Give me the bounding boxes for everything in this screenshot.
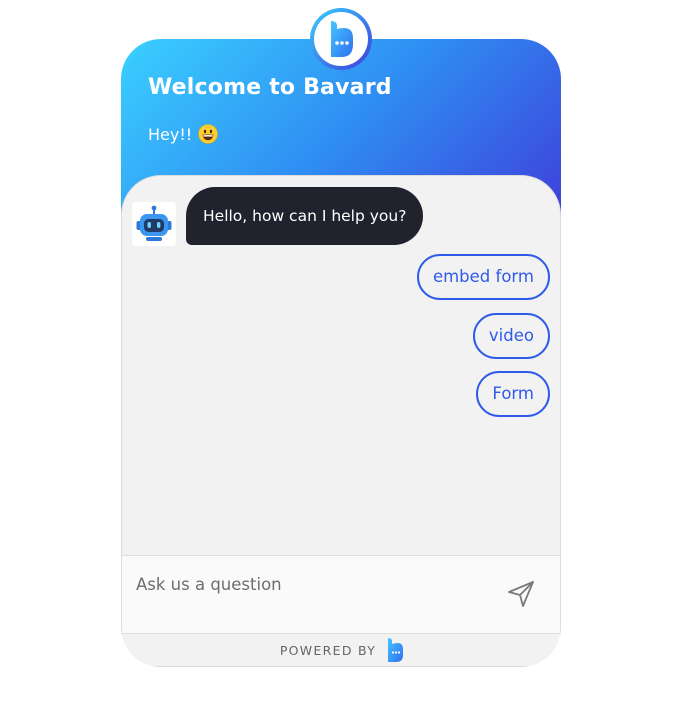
header-title: Welcome to Bavard bbox=[148, 75, 392, 100]
chat-widget: Welcome to Bavard Hey!! Hello, how can I… bbox=[121, 39, 561, 667]
quick-reply-video[interactable]: video bbox=[472, 313, 550, 359]
bot-avatar bbox=[132, 202, 176, 246]
header-subtitle-text: Hey!! bbox=[148, 125, 193, 144]
question-input[interactable] bbox=[134, 566, 488, 602]
grinning-face-emoji-icon bbox=[198, 124, 218, 144]
powered-by-text: POWERED BY bbox=[279, 643, 377, 658]
header-subtitle: Hey!! bbox=[148, 124, 218, 144]
top-logo-badge bbox=[310, 8, 372, 70]
bavard-logo-icon bbox=[388, 638, 404, 662]
paper-plane-send-icon bbox=[508, 581, 534, 607]
message-panel: Hello, how can I help you? embed form vi… bbox=[121, 175, 561, 667]
composer bbox=[122, 555, 560, 634]
robot-icon bbox=[136, 205, 172, 241]
powered-by-footer: POWERED BY bbox=[122, 634, 560, 666]
quick-reply-form[interactable]: Form bbox=[476, 371, 550, 417]
bot-message-bubble: Hello, how can I help you? bbox=[186, 187, 424, 245]
quick-reply-embed-form[interactable]: embed form bbox=[416, 254, 550, 300]
top-logo-inner bbox=[314, 12, 368, 66]
send-button[interactable] bbox=[505, 578, 537, 610]
bavard-logo-icon bbox=[331, 21, 353, 57]
